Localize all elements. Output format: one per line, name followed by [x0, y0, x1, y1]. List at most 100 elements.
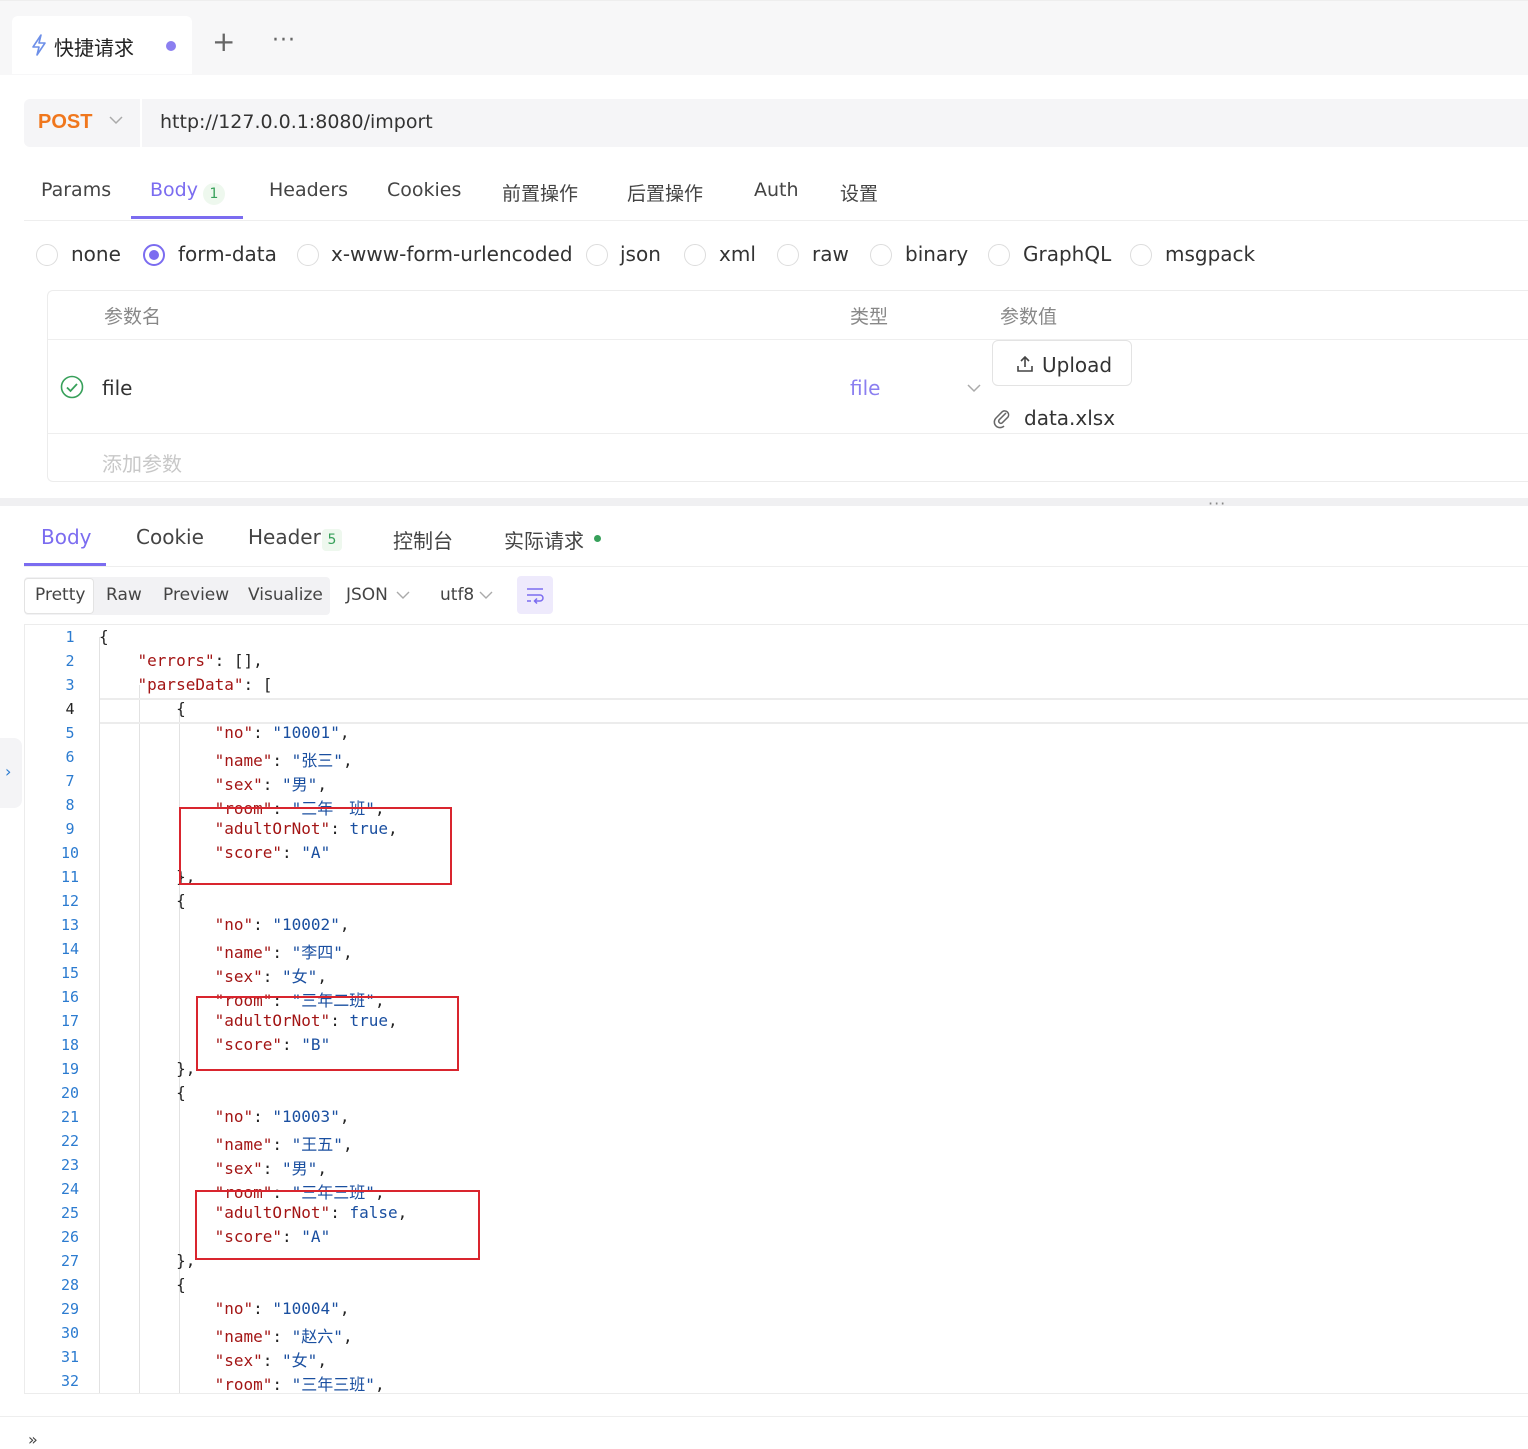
radio-label-json[interactable]: json	[620, 242, 661, 266]
line-number: 28	[60, 1276, 80, 1294]
current-line-highlight	[100, 698, 1528, 724]
column-header-type: 类型	[850, 306, 889, 328]
line-number: 17	[60, 1012, 80, 1030]
add-param-input[interactable]: 添加参数	[102, 448, 182, 477]
expand-icon[interactable]: »	[28, 1430, 38, 1449]
radio-label-msgpack[interactable]: msgpack	[1165, 242, 1255, 266]
tab-title: 快捷请求	[54, 36, 134, 60]
tab-cookies[interactable]: Cookies	[387, 179, 461, 201]
wrap-lines-icon	[527, 588, 544, 605]
radio-msgpack[interactable]	[1130, 244, 1152, 266]
word-wrap-button[interactable]	[517, 576, 553, 614]
line-number: 6	[65, 748, 75, 766]
upload-label: Upload	[1042, 353, 1113, 377]
line-number: 32	[60, 1372, 80, 1390]
line-number: 15	[60, 964, 80, 982]
tab-headers[interactable]: Headers	[269, 179, 348, 201]
url-divider	[140, 99, 142, 147]
view-pretty[interactable]: Pretty	[35, 585, 85, 605]
response-tab-actual-request[interactable]: 实际请求	[504, 525, 584, 554]
code-line: "sex": "女",	[214, 1351, 327, 1370]
highlight-box	[179, 807, 452, 885]
column-header-value: 参数值	[1000, 306, 1058, 328]
line-number: 14	[60, 940, 80, 958]
tab-body[interactable]: Body	[150, 179, 198, 201]
attached-file-name[interactable]: data.xlsx	[1024, 406, 1115, 430]
line-number: 19	[60, 1060, 80, 1078]
line-number: 8	[65, 796, 75, 814]
tab-settings[interactable]: 设置	[840, 179, 878, 206]
request-tabs: Params Body 1 Headers Cookies 前置操作 后置操作 …	[24, 166, 1528, 221]
chevron-down-icon[interactable]	[396, 588, 410, 602]
view-raw[interactable]: Raw	[106, 585, 142, 605]
param-type-select[interactable]: file	[850, 376, 880, 400]
add-tab-button[interactable]: +	[212, 28, 235, 56]
line-number: 4	[65, 700, 75, 718]
radio-graphql[interactable]	[988, 244, 1010, 266]
line-number: 18	[60, 1036, 80, 1054]
encoding-select[interactable]: utf8	[440, 585, 474, 605]
radio-label-raw[interactable]: raw	[812, 242, 849, 266]
tab-post-operations[interactable]: 后置操作	[627, 179, 703, 206]
code-line: "sex": "男",	[214, 1159, 327, 1178]
tab-pre-operations[interactable]: 前置操作	[502, 179, 578, 206]
paperclip-icon	[993, 410, 1010, 429]
code-line: "errors": [],	[137, 651, 263, 670]
tab-params[interactable]: Params	[41, 179, 111, 201]
line-number: 11	[60, 868, 80, 886]
line-number: 29	[60, 1300, 80, 1318]
chevron-down-icon[interactable]	[479, 588, 493, 602]
line-number: 23	[60, 1156, 80, 1174]
radio-binary[interactable]	[870, 244, 892, 266]
upload-button[interactable]: Upload	[992, 340, 1132, 386]
code-line: {	[99, 1083, 186, 1102]
response-tab-cookie[interactable]: Cookie	[136, 525, 204, 549]
body-count-badge: 1	[203, 183, 225, 205]
more-tabs-button[interactable]: ···	[272, 28, 296, 53]
response-tab-console[interactable]: 控制台	[393, 525, 453, 554]
radio-label-x-www-form-urlencoded[interactable]: x-www-form-urlencoded	[331, 242, 573, 266]
side-panel-toggle[interactable]: ›	[0, 738, 22, 808]
code-line: {	[99, 891, 186, 910]
view-preview[interactable]: Preview	[163, 585, 229, 605]
response-tab-body[interactable]: Body	[41, 525, 92, 549]
code-line: "sex": "女",	[214, 967, 327, 986]
splitter-handle-icon[interactable]: ···	[1208, 494, 1226, 513]
tab-quick-request[interactable]: 快捷请求	[12, 16, 192, 74]
radio-label-graphql[interactable]: GraphQL	[1023, 242, 1111, 266]
active-response-tab-indicator	[24, 563, 106, 566]
line-number: 12	[60, 892, 80, 910]
radio-label-none[interactable]: none	[71, 242, 121, 266]
line-number: 16	[60, 988, 80, 1006]
code-line: "no": "10003",	[214, 1107, 350, 1126]
radio-json[interactable]	[586, 244, 608, 266]
line-number: 30	[60, 1324, 80, 1342]
view-visualize[interactable]: Visualize	[248, 585, 323, 605]
method-select[interactable]: POST	[38, 111, 92, 134]
pane-splitter[interactable]	[0, 498, 1528, 506]
check-circle-icon[interactable]	[60, 375, 84, 399]
radio-label-xml[interactable]: xml	[719, 242, 756, 266]
url-input[interactable]: http://127.0.0.1:8080/import	[160, 111, 433, 133]
radio-raw[interactable]	[777, 244, 799, 266]
format-select[interactable]: JSON	[346, 585, 388, 605]
line-number: 5	[65, 724, 75, 742]
radio-none[interactable]	[36, 244, 58, 266]
chevron-down-icon[interactable]	[108, 112, 124, 128]
param-name-file[interactable]: file	[102, 376, 132, 400]
radio-xml[interactable]	[684, 244, 706, 266]
code-line: "parseData": [	[137, 675, 273, 694]
code-line: },	[99, 1251, 196, 1270]
chevron-down-icon[interactable]	[966, 380, 982, 396]
radio-form-data[interactable]	[143, 244, 165, 266]
radio-label-form-data[interactable]: form-data	[178, 242, 277, 266]
response-tab-header[interactable]: Header	[248, 525, 321, 549]
line-number: 1	[65, 628, 75, 646]
code-line: {	[99, 627, 109, 646]
radio-x-www-form-urlencoded[interactable]	[297, 244, 319, 266]
tab-auth[interactable]: Auth	[754, 179, 799, 201]
column-header-name: 参数名	[104, 306, 162, 328]
line-number: 26	[60, 1228, 80, 1246]
line-number: 22	[60, 1132, 80, 1150]
radio-label-binary[interactable]: binary	[905, 242, 968, 266]
